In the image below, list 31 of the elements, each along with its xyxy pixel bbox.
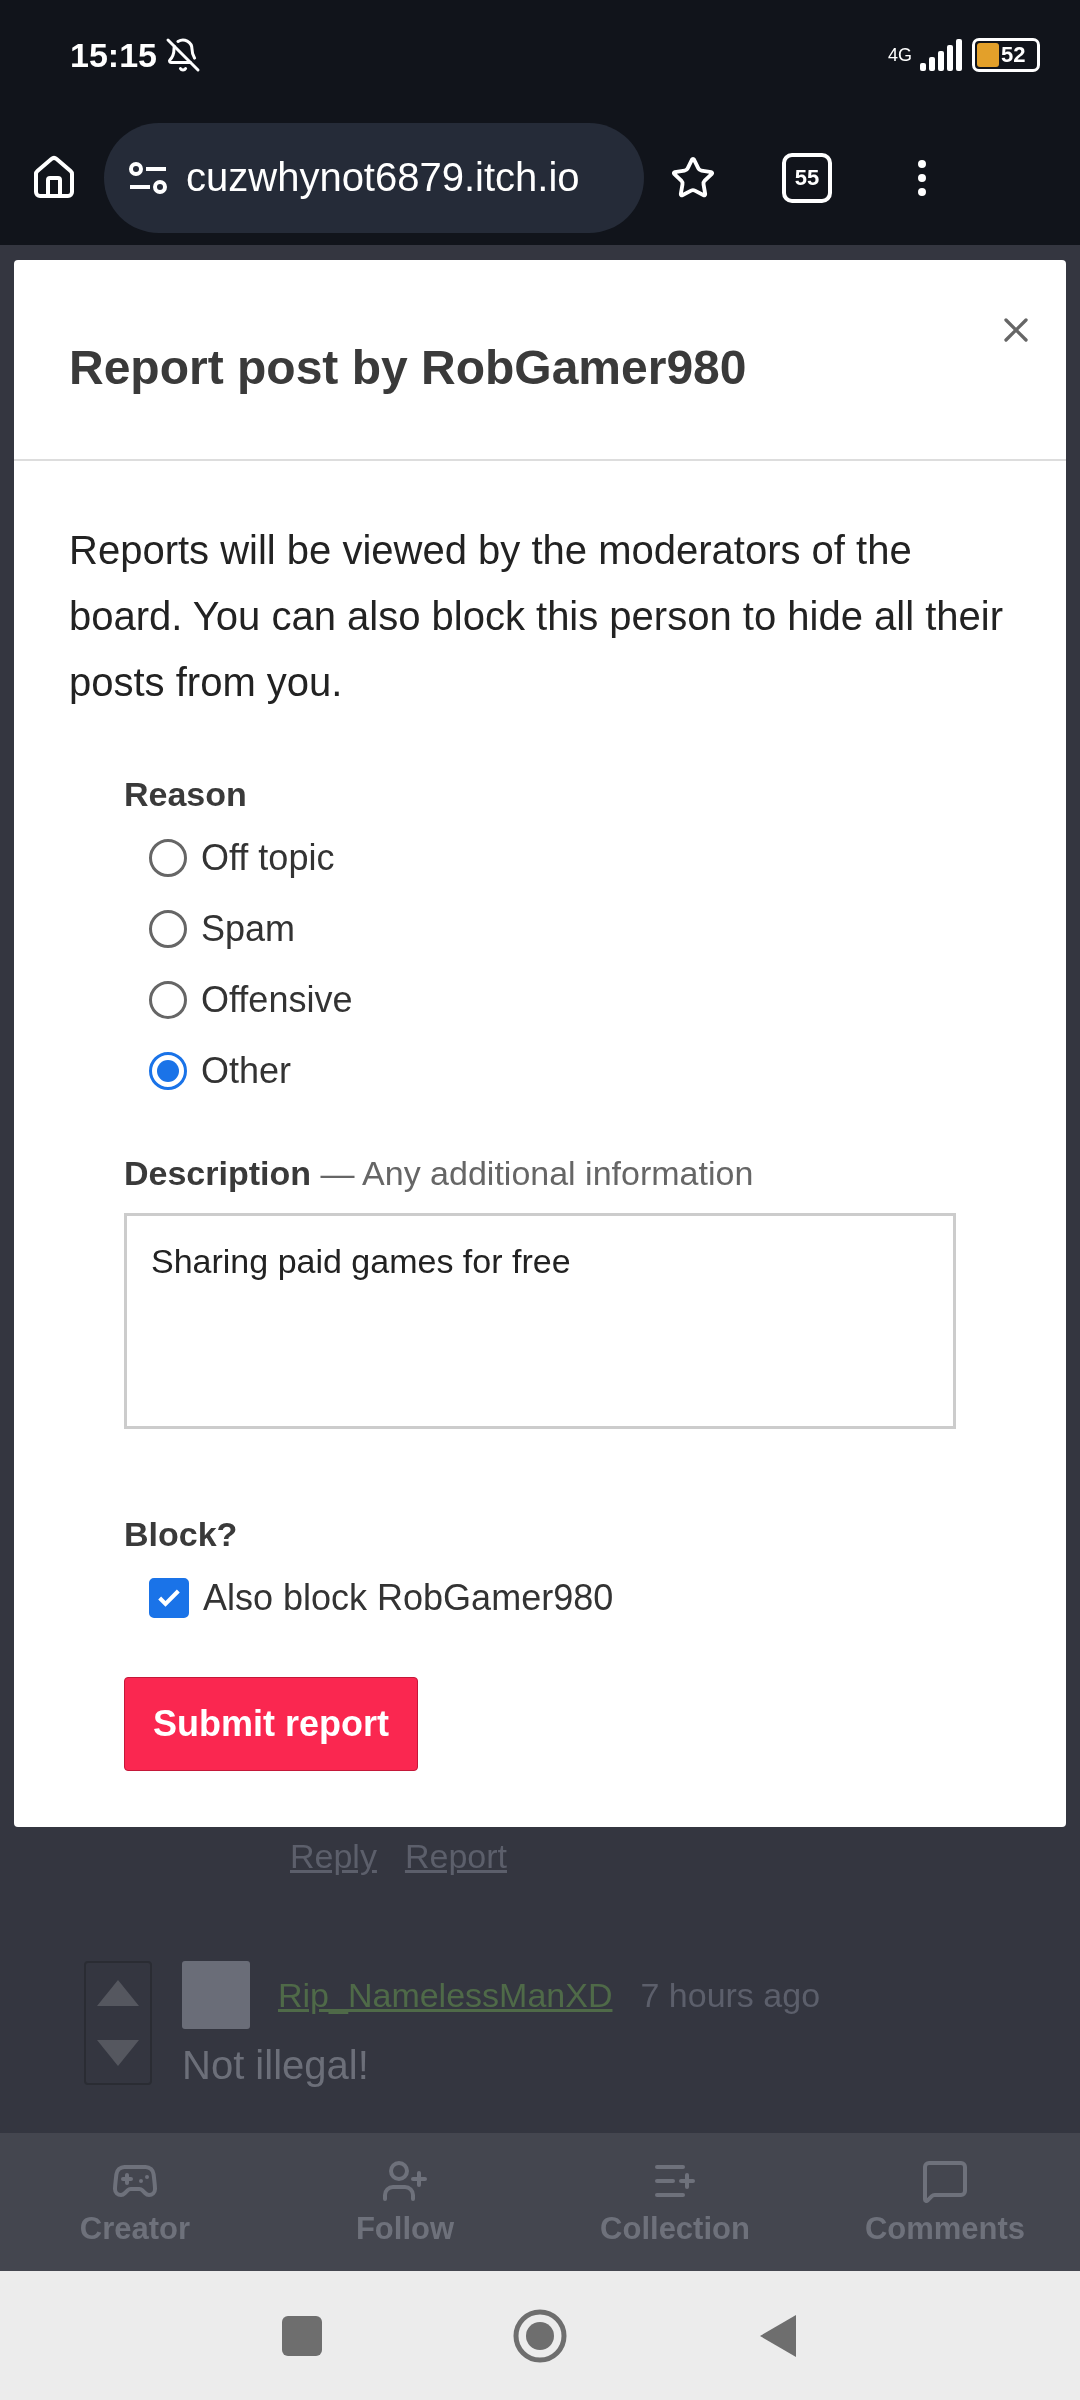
tab-switcher[interactable]: 55 <box>782 152 832 203</box>
submit-report-button[interactable]: Submit report <box>124 1677 418 1771</box>
block-label: Block? <box>124 1515 239 1554</box>
description-field[interactable]: Sharing paid games for free <box>124 1213 956 1429</box>
clock: 15:15 <box>70 35 157 75</box>
reason-option[interactable]: Other <box>124 1035 1011 1106</box>
reason-label: Reason <box>124 775 248 814</box>
radio-button[interactable] <box>149 1051 187 1090</box>
url-text: cuzwhynot6879.itch.io <box>186 155 580 200</box>
radio-button[interactable] <box>149 980 187 1019</box>
checkbox[interactable] <box>149 1577 189 1618</box>
address-bar[interactable]: cuzwhynot6879.itch.io <box>104 122 644 233</box>
reason-option[interactable]: Offensive <box>124 964 1011 1035</box>
home-button-icon[interactable] <box>512 2307 568 2364</box>
avatar-placeholder <box>182 1961 250 2029</box>
reason-option[interactable]: Spam <box>124 893 1011 964</box>
dialog-intro: Reports will be viewed by the moderators of the board. You can also block this person to hide all their posts from you. <box>69 527 1004 706</box>
site-settings-icon <box>128 160 168 195</box>
bell-off-icon <box>164 37 201 73</box>
recents-icon[interactable] <box>282 2315 322 2356</box>
reason-option[interactable]: Off topic <box>124 822 1011 893</box>
network-type: 4G <box>888 44 912 66</box>
description-label: Description — Any additional information <box>124 1154 755 1193</box>
block-option[interactable]: Also block RobGamer980 <box>124 1562 1011 1633</box>
dialog-title: Report post by RobGamer980 <box>69 340 747 395</box>
battery-icon: 52 <box>972 38 1040 72</box>
comment-text: Not illegal! <box>182 2043 370 2088</box>
radio-button[interactable] <box>149 909 187 948</box>
signal-icon <box>920 39 964 71</box>
back-icon[interactable] <box>758 2312 798 2359</box>
radio-button[interactable] <box>149 838 187 877</box>
